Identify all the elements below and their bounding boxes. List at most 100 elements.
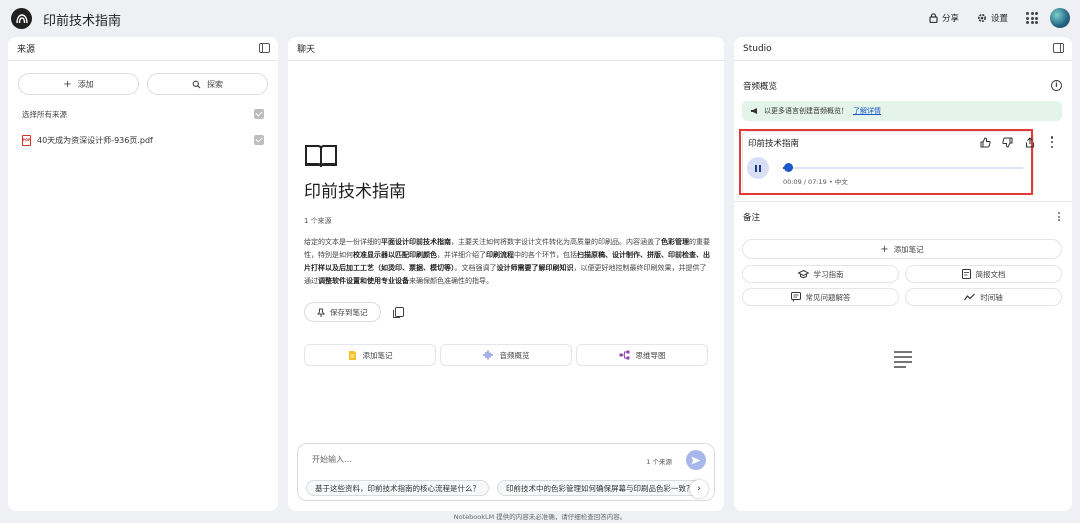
send-icon xyxy=(691,456,701,464)
document-icon xyxy=(961,269,971,279)
plus-icon: + xyxy=(880,243,889,255)
audio-progress-bar[interactable] xyxy=(783,163,1023,172)
save-to-note-label: 保存到笔记 xyxy=(330,307,368,317)
studio-header: Studio xyxy=(734,37,1072,61)
add-note-button[interactable]: + 添加笔记 xyxy=(742,239,1062,259)
chat-input-box[interactable]: 开始输入... 1 个来源 基于这些资料，印前技术指南的核心流程是什么？ 印前技… xyxy=(297,443,715,501)
avatar[interactable] xyxy=(1050,8,1070,28)
more-vert-icon[interactable] xyxy=(1050,136,1054,148)
chevron-right-icon[interactable]: › xyxy=(690,480,708,498)
suggestion-chip[interactable]: 印前技术中的色彩管理如何确保屏幕与印刷品色彩一致？ xyxy=(497,480,703,496)
add-note-tool-label: 添加笔记 xyxy=(362,350,393,360)
promo-learn-more-link[interactable]: 了解详情 xyxy=(853,106,881,116)
notes-placeholder-icon xyxy=(891,349,913,369)
study-guide-button[interactable]: 学习指南 xyxy=(742,265,899,283)
select-all-checkbox[interactable] xyxy=(254,109,264,119)
audio-overview-tool-button[interactable]: 音频概览 xyxy=(440,344,572,366)
chat-body: 印前技术指南 1 个来源 给定的文本是一份详细的平面设计印前技术指南，主要关注如… xyxy=(288,61,724,366)
summary-segment: 中的各个环节，包括 xyxy=(514,251,577,259)
add-source-button[interactable]: + 添加 xyxy=(18,73,139,95)
source-actions: + 添加 探索 xyxy=(8,61,278,95)
megaphone-icon xyxy=(751,108,757,114)
input-source-count: 1 个来源 xyxy=(646,458,672,466)
summary-segment: ，并详细介绍了 xyxy=(437,251,486,259)
studio-panel: Studio 音频概览 i 以更多语言创建音频概览！ 了解详情 印前技术指南 0… xyxy=(734,37,1072,511)
audio-promo-banner: 以更多语言创建音频概览！ 了解详情 xyxy=(742,101,1062,121)
faq-button[interactable]: 常见问题解答 xyxy=(742,288,899,306)
share-label: 分享 xyxy=(941,14,959,24)
audio-title: 印前技术指南 xyxy=(748,139,800,149)
notes-label: 备注 xyxy=(743,213,761,223)
summary-segment: 来确保颜色准确性的指导。 xyxy=(409,277,493,285)
summary-segment: 印刷流程 xyxy=(486,251,514,259)
mind-map-tool-label: 思维导图 xyxy=(635,350,666,360)
settings-label: 设置 xyxy=(990,14,1008,24)
pin-icon xyxy=(317,308,325,317)
school-icon xyxy=(797,269,809,278)
pause-button[interactable] xyxy=(747,157,769,179)
audio-overview-tool-label: 音频概览 xyxy=(499,350,530,360)
pdf-icon: PDF xyxy=(22,134,31,146)
chat-source-count: 1 个来源 xyxy=(304,217,332,225)
share-button[interactable]: 分享 xyxy=(929,12,959,24)
thumb-down-icon[interactable] xyxy=(1001,136,1014,149)
audio-actions xyxy=(979,136,1036,149)
settings-button[interactable]: 设置 xyxy=(977,12,1008,24)
suggestion-chip[interactable]: 基于这些资料，印前技术指南的核心流程是什么？ xyxy=(306,480,489,496)
timeline-label: 时间轴 xyxy=(980,292,1003,302)
study-guide-label: 学习指南 xyxy=(813,269,844,279)
save-to-note-button[interactable]: 保存到笔记 xyxy=(304,302,381,322)
summary-segment: 色彩管理 xyxy=(661,238,689,246)
suggestion-chips: 基于这些资料，印前技术指南的核心流程是什么？ 印前技术中的色彩管理如何确保屏幕与… xyxy=(306,480,703,496)
summary-segment: 设计师需要了解印刷知识 xyxy=(496,264,574,272)
plus-icon: + xyxy=(63,78,72,90)
disclaimer-footer: NotebookLM 提供的内容未必准确，请仔细检查回答内容。 xyxy=(453,513,627,521)
lock-icon xyxy=(929,13,938,23)
source-name-wrap: PDF 40天成为资深设计师-936页.pdf xyxy=(22,134,153,146)
save-row: 保存到笔记 xyxy=(304,302,708,322)
select-all-label: 选择所有来源 xyxy=(22,109,67,119)
briefing-doc-label: 简报文档 xyxy=(975,269,1006,279)
briefing-doc-button[interactable]: 简报文档 xyxy=(905,265,1062,283)
chat-panel: 聊天 印前技术指南 1 个来源 给定的文本是一份详细的平面设计印前技术指南，主要… xyxy=(288,37,724,511)
sources-header: 来源 xyxy=(8,37,278,61)
notebook-title[interactable]: 印前技术指南 xyxy=(43,10,121,29)
add-note-label: 添加笔记 xyxy=(893,244,924,254)
notebook-summary: 给定的文本是一份详细的平面设计印前技术指南，主要关注如何将数字设计文件转化为高质… xyxy=(304,236,710,288)
notebook-logo-icon[interactable] xyxy=(11,8,32,29)
faq-label: 常见问题解答 xyxy=(805,292,851,302)
panel-toggle-icon[interactable] xyxy=(1053,43,1064,53)
note-icon xyxy=(348,350,356,360)
summary-segment: ，主要关注如何将数字设计文件转化为高质量的印刷品。内容涵盖了 xyxy=(451,238,661,246)
more-vert-icon[interactable] xyxy=(1057,212,1061,221)
discover-sources-button[interactable]: 探索 xyxy=(147,73,268,95)
pause-icon xyxy=(755,164,757,172)
sources-title: 来源 xyxy=(17,45,36,55)
panel-toggle-icon[interactable] xyxy=(259,43,270,53)
send-button[interactable] xyxy=(686,450,706,470)
note-type-buttons: 学习指南 简报文档 常见问题解答 时间轴 xyxy=(742,265,1062,306)
chat-notebook-title: 印前技术指南 xyxy=(304,182,406,202)
timeline-button[interactable]: 时间轴 xyxy=(905,288,1062,306)
source-item[interactable]: PDF 40天成为资深设计师-936页.pdf xyxy=(8,131,278,149)
source-checkbox[interactable] xyxy=(254,135,264,145)
mind-map-tool-button[interactable]: 思维导图 xyxy=(576,344,708,366)
copy-icon[interactable] xyxy=(392,307,404,318)
add-note-tool-button[interactable]: 添加笔记 xyxy=(304,344,436,366)
timeline-icon xyxy=(964,293,976,301)
apps-grid-icon[interactable] xyxy=(1026,12,1038,24)
thumb-up-icon[interactable] xyxy=(979,136,992,149)
chat-header: 聊天 xyxy=(288,37,724,61)
audio-progress-knob[interactable] xyxy=(783,163,793,172)
promo-text: 以更多语言创建音频概览！ xyxy=(764,107,848,115)
info-icon[interactable]: i xyxy=(1051,80,1062,91)
studio-title: Studio xyxy=(743,43,772,54)
chat-tools: 添加笔记 音频概览 思维导图 xyxy=(304,344,708,366)
chat-input[interactable]: 开始输入... xyxy=(312,454,352,465)
top-bar: 印前技术指南 分享 设置 xyxy=(0,0,1080,36)
select-all-row[interactable]: 选择所有来源 xyxy=(8,105,278,123)
book-icon xyxy=(305,145,337,168)
faq-icon xyxy=(790,292,801,302)
mind-map-icon xyxy=(619,350,629,360)
share-icon[interactable] xyxy=(1023,136,1036,149)
